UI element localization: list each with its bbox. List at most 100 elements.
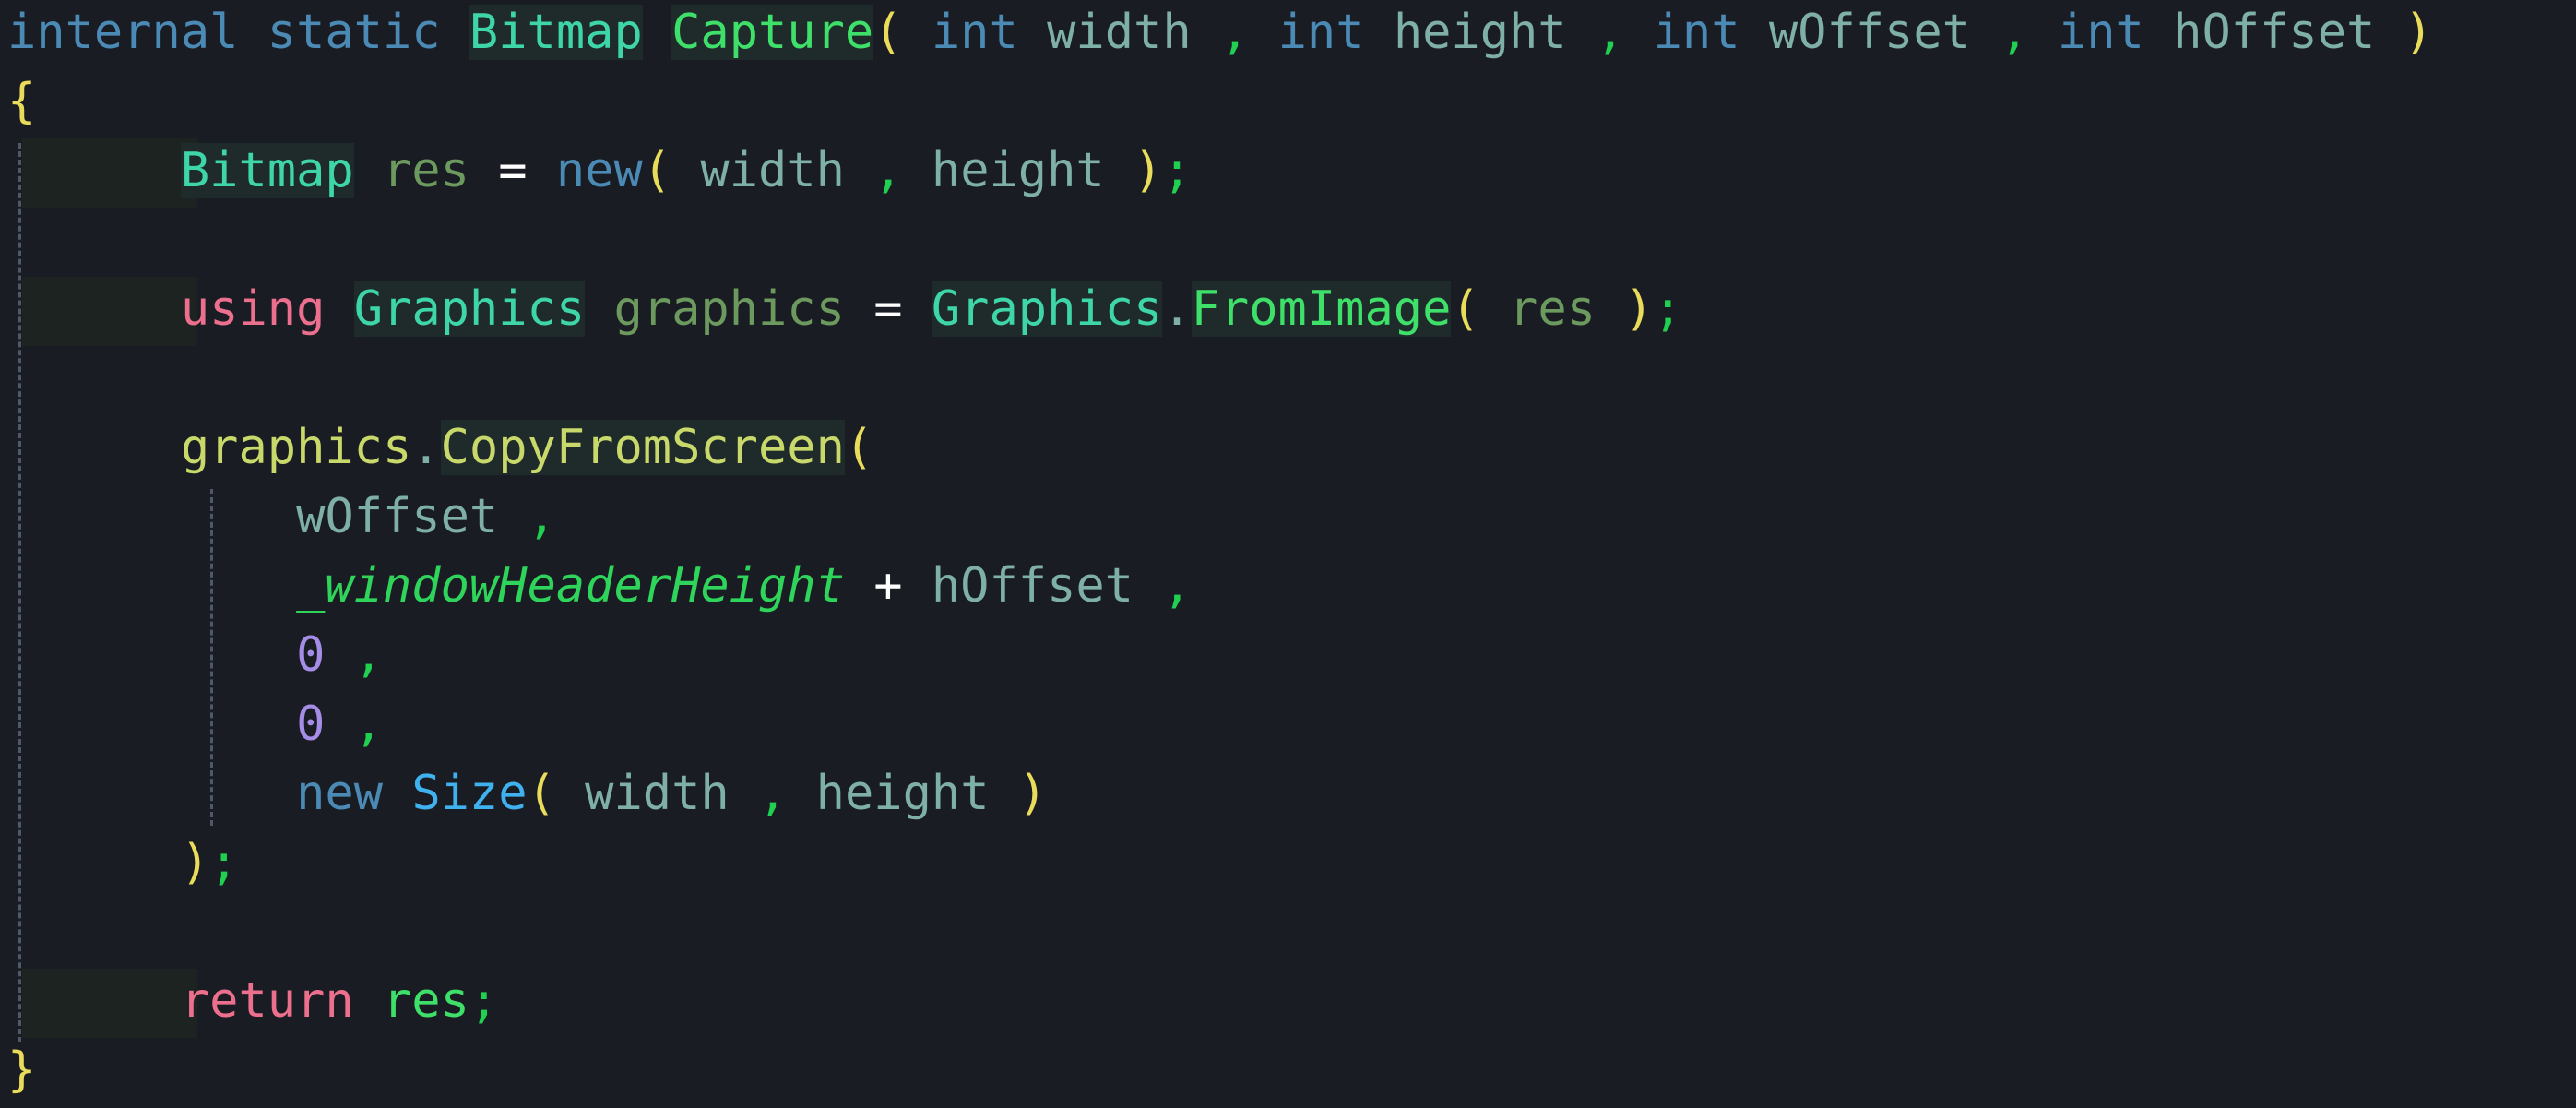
code-token: Graphics (353, 281, 586, 337)
code-token: Capture (671, 5, 874, 60)
code-token: Size (411, 766, 528, 821)
code-line[interactable]: } (0, 1036, 2576, 1105)
code-line[interactable]: Bitmap res = new( width , height ); (0, 137, 2576, 206)
code-line[interactable]: graphics.CopyFromScreen( (0, 413, 2576, 483)
code-token: new (555, 143, 643, 198)
code-token: wOffset (1768, 5, 1971, 60)
code-token: Bitmap (469, 5, 643, 60)
code-token: ) (2404, 5, 2433, 60)
code-token: int (1277, 5, 1365, 60)
code-token: ; (1653, 281, 1682, 337)
code-token: hOffset (2173, 5, 2376, 60)
code-token: Graphics (931, 281, 1163, 337)
code-token: graphics (613, 281, 845, 337)
code-line[interactable]: using Graphics graphics = Graphics.FromI… (0, 275, 2576, 344)
code-token: , (1595, 5, 1625, 60)
code-token: ; (1162, 143, 1192, 198)
code-token: ) (1624, 281, 1654, 337)
code-token: ( (642, 143, 672, 198)
code-token: Bitmap (180, 143, 354, 198)
code-line[interactable]: _windowHeaderHeight + hOffset , (0, 552, 2576, 621)
code-token: ) (180, 835, 210, 890)
code-token: height (815, 766, 990, 821)
code-token: = (873, 281, 903, 337)
code-token: 0 (296, 627, 326, 683)
code-token: res (383, 143, 469, 198)
code-token: int (1653, 5, 1740, 60)
code-token: ) (1017, 766, 1048, 821)
code-token: ( (873, 5, 903, 60)
code-line[interactable]: 0 , (0, 621, 2576, 690)
code-token: ; (469, 973, 499, 1029)
code-token: _windowHeaderHeight (296, 558, 845, 614)
code-line[interactable] (0, 898, 2576, 967)
code-token: height (1393, 5, 1567, 60)
code-line[interactable]: 0 , (0, 690, 2576, 759)
code-token: FromImage (1191, 281, 1452, 337)
code-editor[interactable]: internal static Bitmap Capture( int widt… (0, 0, 2576, 1108)
code-token: = (498, 143, 528, 198)
code-line[interactable] (0, 344, 2576, 413)
code-line[interactable]: wOffset , (0, 483, 2576, 552)
code-token: graphics (180, 420, 412, 475)
code-token: , (1162, 558, 1192, 614)
code-token: int (2057, 5, 2144, 60)
code-token: , (1219, 5, 1250, 60)
code-line[interactable] (0, 206, 2576, 275)
code-line[interactable]: internal static Bitmap Capture( int widt… (0, 0, 2576, 67)
code-line[interactable]: return res; (0, 967, 2576, 1036)
code-line[interactable]: ); (0, 828, 2576, 898)
code-token: . (1162, 281, 1192, 337)
code-line[interactable]: { (0, 67, 2576, 137)
code-token: { (7, 74, 37, 129)
code-token: CopyFromScreen (440, 420, 845, 475)
code-token: ) (1134, 143, 1163, 198)
code-token: ( (527, 766, 556, 821)
code-token: , (353, 627, 384, 683)
code-token: new (296, 766, 383, 821)
code-token: ( (844, 420, 874, 475)
code-token: 0 (296, 697, 326, 752)
code-token: ; (209, 835, 239, 890)
code-token: width (700, 143, 845, 198)
code-token: , (527, 489, 556, 544)
code-token: static (267, 5, 441, 60)
code-token: width (1047, 5, 1192, 60)
code-line[interactable]: new Size( width , height ) (0, 759, 2576, 828)
code-token: + (873, 558, 903, 614)
